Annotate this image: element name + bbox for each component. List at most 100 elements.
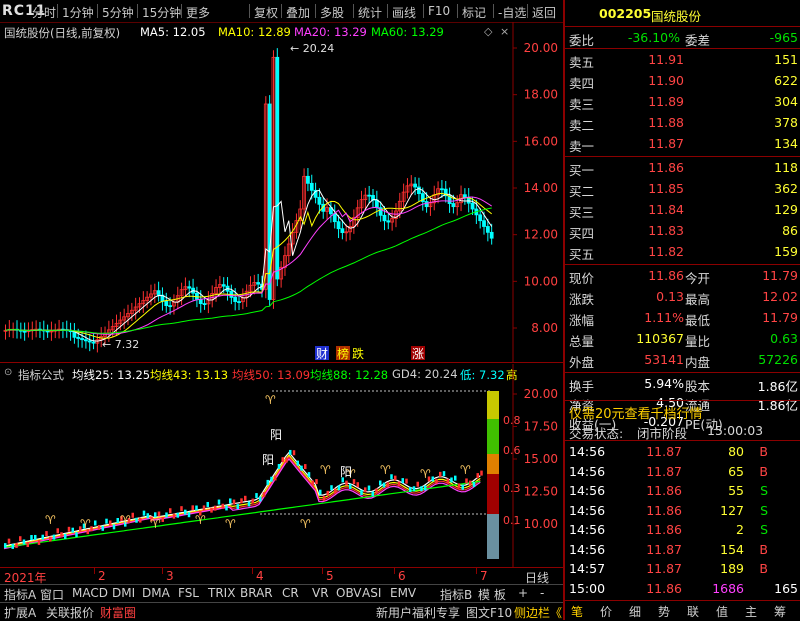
ask-row[interactable]: 卖四 11.90 622 — [565, 71, 800, 91]
wealth-circle-button[interactable]: 财富圈 — [100, 604, 136, 621]
indicator-tab[interactable]: DMI — [112, 586, 135, 600]
indicator-bar — [67, 526, 71, 532]
indicator-tab[interactable]: MACD — [72, 586, 108, 600]
tick-side: S — [760, 522, 768, 537]
promo-row[interactable]: 仅需20元查看千档行情 — [565, 401, 800, 422]
indicator-tab[interactable]: 模 板 — [478, 586, 506, 603]
panel-tab[interactable]: 筹 — [774, 603, 786, 620]
indicator-bar — [262, 492, 266, 498]
indicator-tab[interactable]: EMV — [390, 586, 416, 600]
event-marker[interactable]: 涨 — [412, 346, 424, 361]
indicator-bar — [15, 542, 18, 548]
menu-item[interactable]: 复权 — [254, 4, 278, 21]
kline-chart[interactable]: 国统股份(日线,前复权) MA5: 12.05 MA10: 12.89 MA20: … — [0, 22, 563, 362]
event-marker[interactable]: 财 — [316, 347, 328, 361]
candle-body — [482, 220, 486, 227]
indicator-tab[interactable]: 指标A — [4, 586, 36, 603]
indicator-tab[interactable]: CR — [282, 586, 299, 600]
menu-item[interactable]: 分时 — [32, 4, 56, 21]
menu-item[interactable]: 1分钟 — [62, 4, 94, 21]
menu-item[interactable]: 15分钟 — [142, 4, 181, 21]
stock-name: 国统股份 — [651, 9, 702, 24]
menu-separator — [97, 4, 98, 18]
indicator-tick-label: 12.50 — [524, 485, 558, 499]
panel-tab[interactable]: 价 — [600, 603, 612, 620]
menu-item[interactable]: F10 — [428, 4, 450, 18]
indicator-tab[interactable]: ASI — [362, 586, 381, 600]
tick-row: 14:57 11.87 189 B — [565, 559, 800, 578]
bid-row[interactable]: 买三 11.84 129 — [565, 200, 800, 220]
panel-tab[interactable]: 值 — [716, 603, 728, 620]
indicator-bar — [409, 487, 412, 493]
related-quote-button[interactable]: 关联报价 — [46, 604, 94, 621]
bid-row[interactable]: 买一 11.86 118 — [565, 158, 800, 178]
indicator-bar — [289, 449, 292, 455]
tick-row: 14:56 11.87 80 B — [565, 442, 800, 461]
bid-row[interactable]: 买四 11.83 86 — [565, 221, 800, 241]
indicator-tab[interactable]: 指标B — [440, 586, 472, 603]
panel-tab[interactable]: 势 — [658, 603, 670, 620]
ask-row[interactable]: 卖一 11.87 134 — [565, 134, 800, 154]
indicator-tab[interactable]: VR — [312, 586, 329, 600]
indicator-bar — [195, 505, 198, 511]
candle-body — [76, 336, 81, 339]
menu-item[interactable]: 多股 — [320, 4, 344, 21]
ask-label: 卖三 — [569, 97, 595, 112]
menu-item[interactable]: 画线 — [392, 4, 416, 21]
webi-row: 委比 -36.10% 委差 -965 — [569, 30, 798, 48]
indicator-bar — [139, 517, 142, 523]
indicator-tab[interactable]: DMA — [142, 586, 170, 600]
quote-row: 涨幅 1.11% 最低 11.79 — [569, 310, 798, 328]
indicator-bar — [217, 499, 221, 505]
indicator-bar — [244, 495, 247, 501]
indicator-bar — [240, 498, 243, 504]
bid-volume: 159 — [774, 244, 798, 259]
tick-price: 11.86 — [646, 522, 682, 537]
expand-button[interactable]: 扩展A — [4, 604, 36, 621]
candle-body — [237, 301, 241, 303]
indicator-tab[interactable]: OBV — [336, 586, 362, 600]
menu-item[interactable]: 标记 — [462, 4, 486, 21]
menu-item[interactable]: 5分钟 — [102, 4, 134, 21]
menu-item[interactable]: -自选 — [498, 4, 526, 21]
quote-value: 1.11% — [644, 310, 684, 325]
indicator-tab[interactable]: - — [540, 586, 544, 600]
indicator-bar — [379, 480, 382, 486]
f10-button[interactable]: 图文F10 — [466, 604, 512, 621]
indicator-bar — [439, 471, 442, 477]
indicator-bar — [142, 510, 146, 516]
panel-tab[interactable]: 细 — [629, 603, 641, 620]
event-marker[interactable]: 跌 — [352, 346, 364, 361]
tick-side: B — [759, 561, 768, 576]
menu-item[interactable]: 叠加 — [286, 4, 310, 21]
indicator-tab[interactable]: FSL — [178, 586, 199, 600]
indicator-tab[interactable]: BRAR — [240, 586, 273, 600]
menu-item[interactable]: 返回 — [532, 4, 556, 21]
indicator-tab[interactable]: TRIX — [208, 586, 235, 600]
ask-row[interactable]: 卖五 11.91 151 — [565, 50, 800, 70]
ask-row[interactable]: 卖三 11.89 304 — [565, 92, 800, 112]
indicator-tab[interactable]: + — [518, 586, 528, 600]
menu-item[interactable]: 更多 — [186, 4, 210, 21]
indicator-tab[interactable]: 窗口 — [40, 586, 64, 603]
x-axis-tick — [322, 568, 323, 574]
panel-tab[interactable]: 笔 — [571, 603, 583, 620]
ask-row[interactable]: 卖二 11.88 378 — [565, 113, 800, 133]
yang-marker: 阳 — [270, 428, 282, 442]
ma60-line — [5, 207, 492, 334]
menu-item[interactable]: 统计 — [358, 4, 382, 21]
panel-tab[interactable]: 主 — [745, 603, 757, 620]
indicator-chart[interactable]: ⊙ 指标公式 均线25: 13.25 均线43: 13.13 均线50: 13.09… — [0, 364, 563, 567]
ask-price: 11.90 — [648, 73, 684, 88]
new-user-promo[interactable]: 新用户福利专享 — [376, 604, 460, 621]
panel-tab[interactable]: 联 — [687, 603, 699, 620]
bid-row[interactable]: 买五 11.82 159 — [565, 242, 800, 262]
event-marker[interactable]: 榜 — [337, 346, 349, 361]
bid-row[interactable]: 买二 11.85 362 — [565, 179, 800, 199]
sidebar-button[interactable]: 侧边栏《 — [514, 604, 562, 621]
indicator-bar — [169, 508, 172, 514]
quote-value: 12.02 — [762, 289, 798, 304]
promo-text[interactable]: 仅需20元查看千档行情 — [569, 403, 703, 422]
indicator-bar — [292, 450, 296, 456]
figure-marker: ♈ — [150, 517, 161, 531]
